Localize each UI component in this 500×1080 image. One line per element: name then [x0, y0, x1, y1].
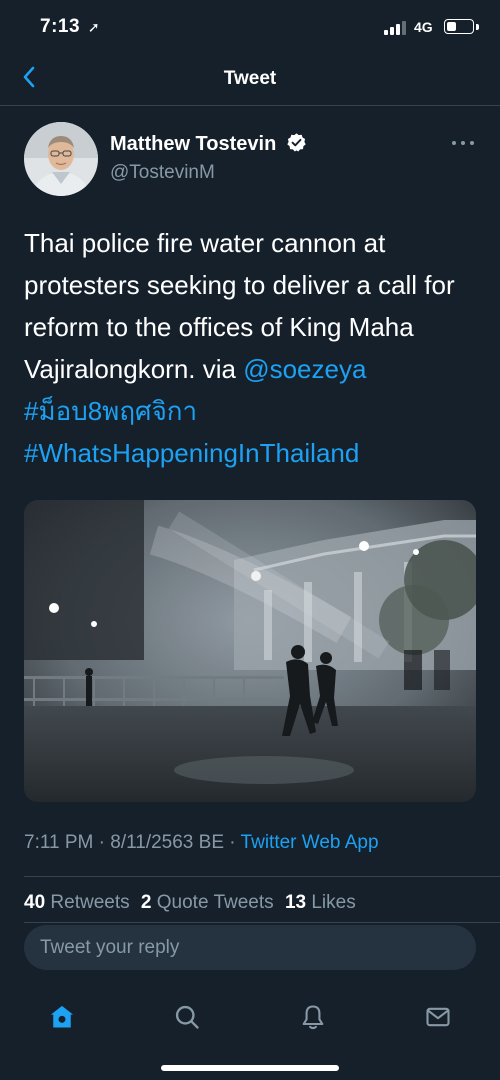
bottom-tab-bar	[0, 982, 500, 1080]
quote-tweets-label: Quote Tweets	[156, 892, 274, 913]
battery-icon	[444, 19, 474, 34]
separator: ·	[93, 832, 111, 853]
messages-icon	[426, 1007, 450, 1027]
cellular-signal-icon	[384, 21, 406, 35]
retweets-stat[interactable]: 40 Retweets	[24, 892, 130, 913]
tweet-text: Thai police fire water cannon at protest…	[24, 222, 480, 474]
tab-home[interactable]	[37, 992, 87, 1042]
tab-notifications[interactable]	[288, 992, 338, 1042]
tweet-source-link[interactable]: Twitter Web App	[241, 832, 379, 853]
page-title: Tweet	[223, 68, 277, 89]
tweet-detail-screen: 7:13 ➚ 4G Tweet Matthew Tostevin @Tostev…	[0, 0, 500, 1080]
top-nav-bar: Tweet	[0, 56, 500, 106]
author-handle[interactable]: @TostevinM	[110, 162, 215, 184]
tweet-stats: 40 Retweets 2 Quote Tweets 13 Likes	[24, 892, 362, 914]
tweet-date: 8/11/2563 BE	[110, 832, 224, 853]
tweet-author: Matthew Tostevin @TostevinM	[24, 122, 476, 202]
tab-messages[interactable]	[413, 992, 463, 1042]
tweet-photo[interactable]	[24, 500, 476, 802]
divider	[24, 876, 500, 877]
more-options-icon[interactable]	[450, 132, 476, 152]
tweet-time: 7:11 PM	[24, 832, 94, 853]
tab-search[interactable]	[162, 992, 212, 1042]
status-time: 7:13 ➚	[40, 16, 100, 38]
home-indicator[interactable]	[161, 1065, 339, 1071]
hashtag-link[interactable]: #WhatsHappeningInThailand	[24, 438, 359, 468]
search-icon	[175, 1005, 199, 1029]
home-icon	[50, 1005, 74, 1028]
reply-composer[interactable]	[24, 925, 476, 970]
divider	[24, 922, 500, 923]
author-name: Matthew Tostevin	[110, 133, 277, 155]
likes-count: 13	[284, 892, 307, 913]
network-type: 4G	[414, 19, 433, 35]
author-name-row[interactable]: Matthew Tostevin	[110, 132, 307, 156]
quote-tweets-count: 2	[140, 892, 152, 913]
separator: ·	[224, 832, 241, 853]
retweets-count: 40	[24, 892, 46, 913]
status-time-text: 7:13	[40, 16, 81, 37]
mention-link[interactable]: @soezeya	[243, 354, 366, 384]
avatar[interactable]	[24, 122, 98, 196]
battery-cap	[476, 24, 479, 30]
verified-badge-icon	[287, 133, 306, 152]
hashtag-link[interactable]: #ม็อบ8พฤศจิกา	[24, 396, 197, 426]
status-bar: 7:13 ➚ 4G	[0, 0, 500, 56]
likes-label: Likes	[311, 892, 356, 913]
reply-input[interactable]	[40, 925, 460, 970]
retweets-label: Retweets	[50, 892, 130, 913]
tweet-timestamp-row: 7:11 PM · 8/11/2563 BE · Twitter Web App	[24, 832, 379, 854]
quote-tweets-stat[interactable]: 2 Quote Tweets	[141, 892, 274, 913]
notifications-icon	[302, 1005, 324, 1030]
likes-stat[interactable]: 13 Likes	[285, 892, 356, 913]
tweet-body: Thai police fire water cannon at protest…	[24, 228, 455, 384]
location-arrow-icon: ➚	[87, 19, 101, 35]
